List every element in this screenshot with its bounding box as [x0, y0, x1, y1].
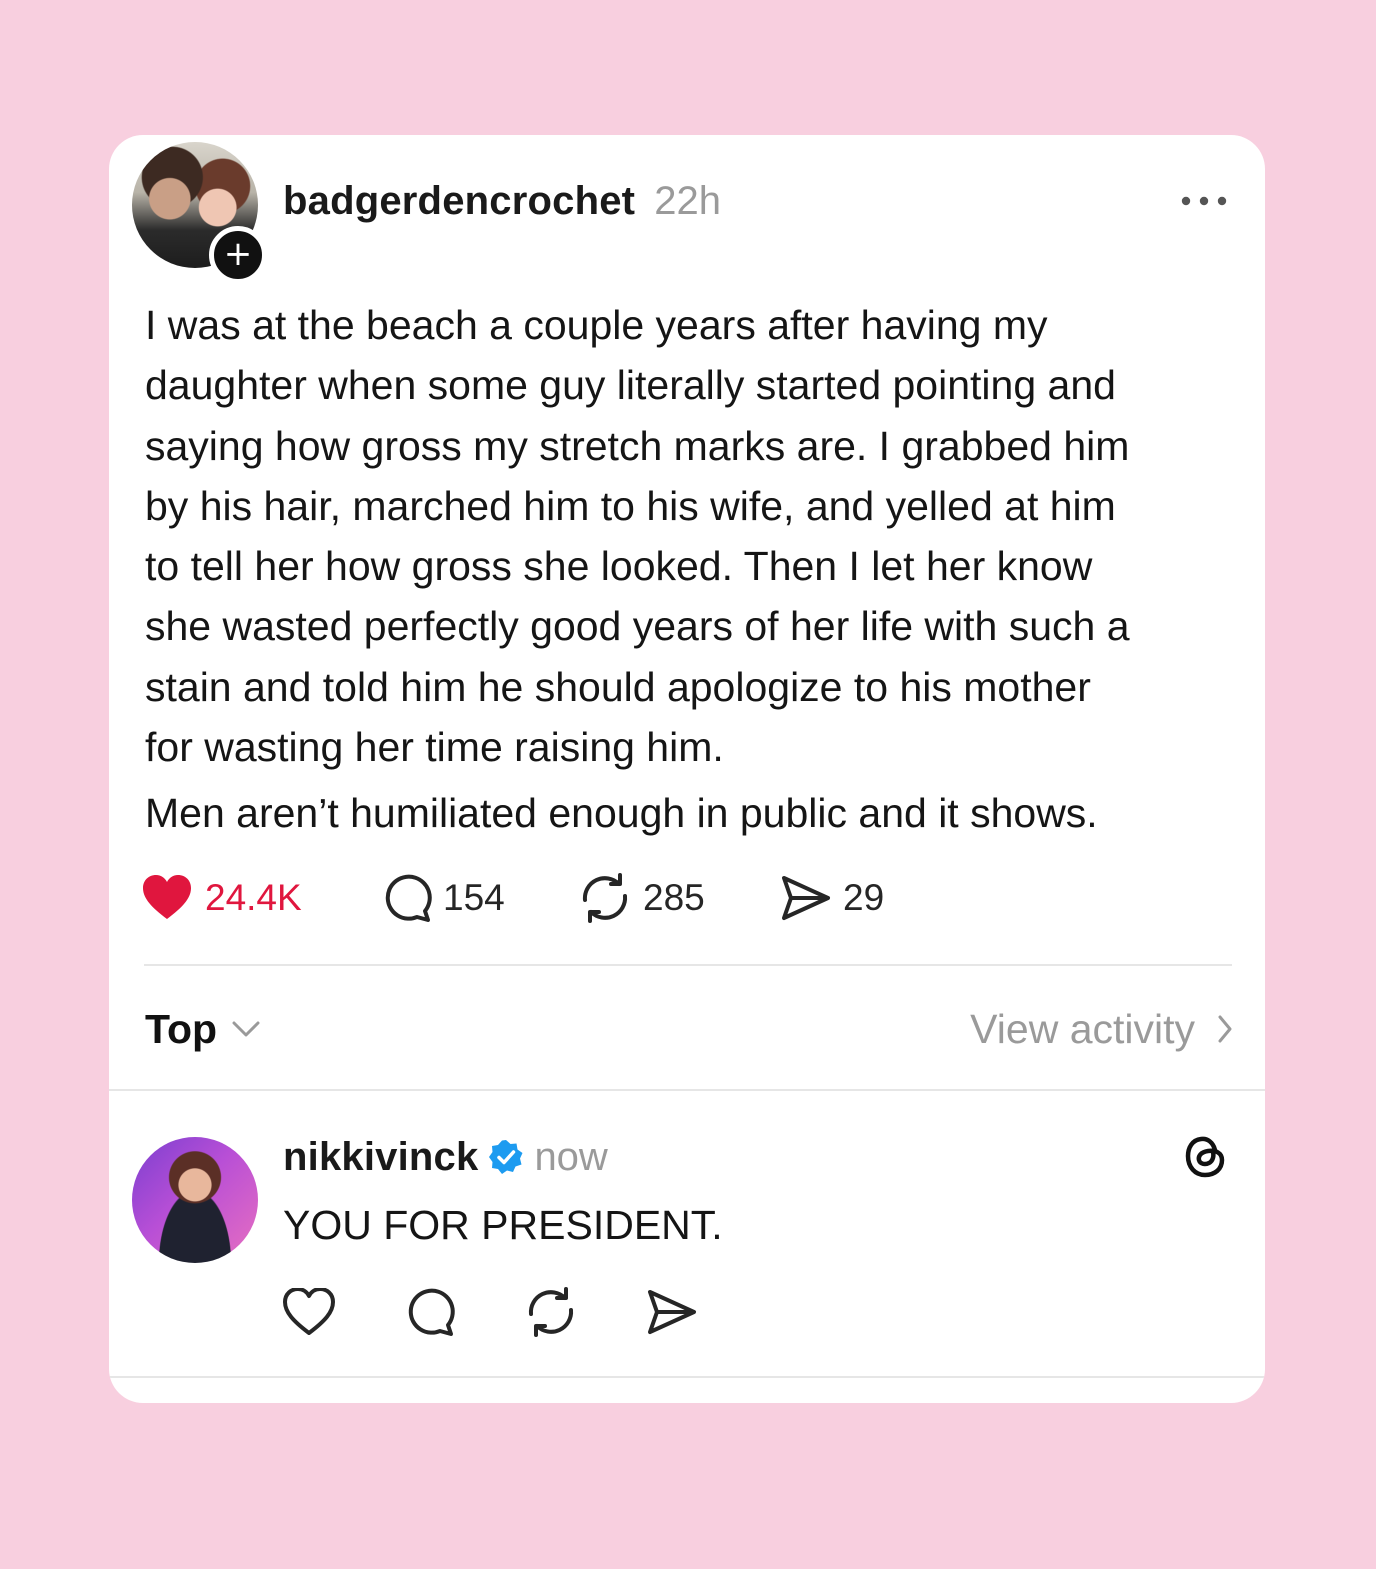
reply-like-button[interactable]: [281, 1284, 337, 1340]
plus-icon: +: [223, 234, 253, 274]
like-button[interactable]: 24.4K: [141, 870, 302, 926]
replies-toolbar: Top View activity: [145, 999, 1233, 1059]
chevron-down-icon: [232, 1021, 260, 1037]
post-body-line: for wasting her time raising him.: [145, 724, 724, 771]
reply-share-button[interactable]: [644, 1284, 700, 1340]
reply-username[interactable]: nikkivinck: [283, 1131, 478, 1183]
post-body-line: saying how gross my stretch marks are. I…: [145, 422, 1130, 469]
send-icon: [648, 1290, 696, 1334]
post-timestamp: 22h: [654, 179, 722, 223]
share-count: 29: [843, 877, 885, 918]
thread-card: + badgerdencrochet 22h I was at the beac…: [109, 135, 1265, 1403]
more-horizontal-icon[interactable]: [1179, 189, 1229, 213]
comment-button[interactable]: 154: [381, 870, 505, 926]
repost-count: 285: [643, 877, 705, 918]
reply-author-avatar[interactable]: [132, 1137, 258, 1263]
like-count: 24.4K: [205, 877, 302, 918]
post-body-line: she wasted perfectly good years of her l…: [145, 603, 1130, 650]
divider: [109, 1376, 1265, 1378]
post-body-line: stain and told him he should apologize t…: [145, 663, 1091, 710]
view-activity-label: View activity: [970, 1005, 1195, 1052]
author-username[interactable]: badgerdencrochet: [283, 179, 635, 223]
threads-logo-icon[interactable]: [1180, 1130, 1228, 1182]
reply-timestamp: now: [534, 1135, 608, 1179]
repost-button[interactable]: 285: [577, 870, 705, 926]
share-button[interactable]: 29: [779, 870, 884, 926]
reply-comment-button[interactable]: [402, 1284, 458, 1340]
post-body-line: daughter when some guy literally started…: [145, 362, 1116, 409]
post-body-closing-line: Men aren’t humiliated enough in public a…: [145, 790, 1098, 837]
sort-dropdown[interactable]: Top: [145, 999, 261, 1059]
reply-repost-button[interactable]: [523, 1284, 579, 1340]
divider: [109, 1089, 1265, 1091]
send-icon: [782, 876, 830, 920]
divider: [144, 964, 1232, 966]
follow-plus-button[interactable]: +: [209, 226, 267, 284]
heart-icon: [143, 875, 191, 919]
comment-count: 154: [443, 877, 505, 918]
reply-author-avatar-photo: [132, 1137, 258, 1263]
view-activity-link[interactable]: View activity: [970, 999, 1233, 1059]
sort-label: Top: [145, 1005, 218, 1052]
repost-icon: [528, 1287, 574, 1337]
chevron-right-icon: [1218, 1015, 1232, 1043]
reply-header: nikkivinck now: [283, 1131, 608, 1183]
reply-text: YOU FOR PRESIDENT.: [283, 1202, 723, 1248]
post-body-line: I was at the beach a couple years after …: [145, 302, 1048, 348]
author-avatar[interactable]: +: [132, 142, 267, 284]
heart-icon: [283, 1288, 335, 1335]
repost-icon: [582, 873, 628, 923]
post-body: I was at the beach a couple years after …: [145, 295, 1235, 844]
post-header: badgerdencrochet 22h: [283, 175, 721, 227]
comment-bubble-icon: [408, 1288, 455, 1336]
comment-bubble-icon: [385, 874, 432, 922]
post-body-line: by his hair, marched him to his wife, an…: [145, 482, 1116, 529]
post-body-line: to tell her how gross she looked. Then I…: [145, 543, 1093, 590]
verified-badge-icon: [489, 1140, 523, 1174]
